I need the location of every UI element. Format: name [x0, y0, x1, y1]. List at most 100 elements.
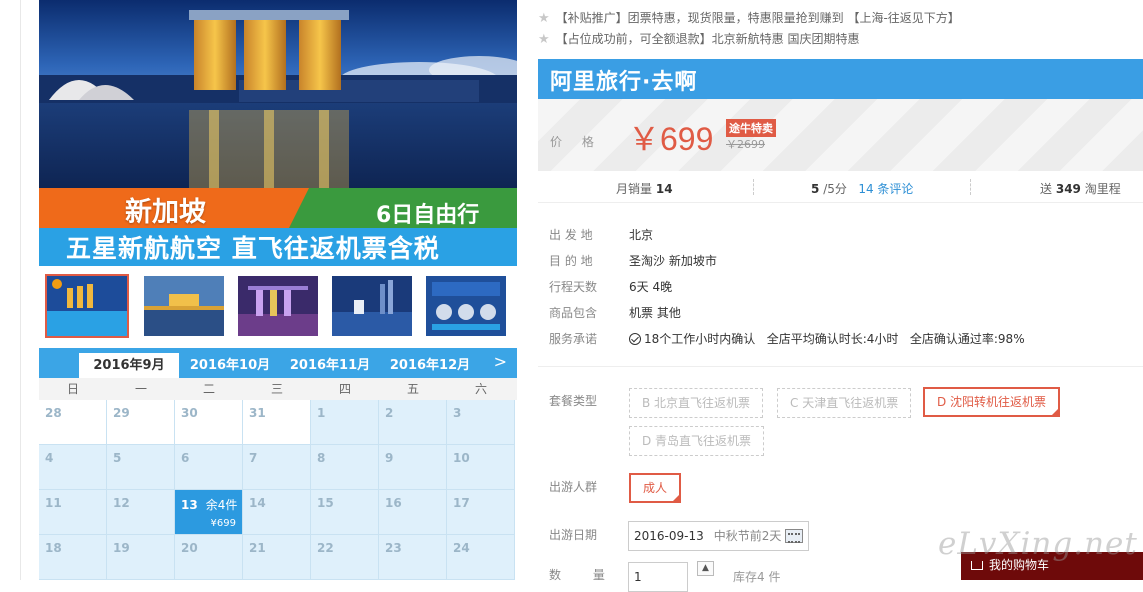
calendar-day[interactable]: 24: [447, 535, 515, 580]
calendar-day[interactable]: 5: [107, 445, 175, 490]
calendar-day[interactable]: 9: [379, 445, 447, 490]
chevron-right-icon[interactable]: >: [494, 352, 507, 371]
calendar-day[interactable]: 6: [175, 445, 243, 490]
calendar-day[interactable]: 29: [107, 400, 175, 445]
calendar-day-number: 8: [317, 451, 326, 465]
reviews-link[interactable]: 14 条评论: [858, 182, 913, 196]
thumbnail-1[interactable]: [45, 274, 129, 338]
weekday-sat: 六: [474, 382, 487, 396]
calendar-day-number: 2: [385, 406, 394, 420]
rating: 5 /5分 14 条评论: [811, 180, 913, 197]
calendar-day-number: 1: [317, 406, 326, 420]
calendar-day-number: 13: [181, 498, 198, 512]
service-avg-time: 全店平均确认时长:4小时: [766, 332, 899, 346]
calendar-day[interactable]: 19: [107, 535, 175, 580]
package-option-d-shenyang[interactable]: D 沈阳转机往返机票: [923, 387, 1061, 417]
travel-date-note: 中秋节前2天: [713, 529, 782, 543]
travel-date-field[interactable]: 2016-09-13 中秋节前2天: [628, 521, 809, 551]
calendar-day[interactable]: 15: [311, 490, 379, 535]
rating-value: 5: [811, 182, 820, 196]
departure-value: 北京: [629, 228, 654, 242]
calendar-day-number: 28: [45, 406, 62, 420]
promo-line-1: ★ 【补贴推广】团票特惠，现货限量，特惠限量抢到赚到 【上海-往返见下方】: [538, 8, 1138, 28]
calendar-day[interactable]: 4: [39, 445, 107, 490]
stock-text: 库存4 件: [733, 570, 781, 584]
weekday-wed: 三: [270, 382, 283, 396]
calendar-day-stock: 余4件: [205, 498, 238, 512]
calendar-day-number: 9: [385, 451, 394, 465]
weekday-thu: 四: [338, 382, 351, 396]
thumbnail-2[interactable]: [144, 276, 224, 336]
quantity-up-button[interactable]: ▲: [697, 561, 714, 576]
quantity-field[interactable]: 1: [628, 562, 688, 592]
calendar-day[interactable]: 17: [447, 490, 515, 535]
calendar-day-number: 20: [181, 541, 198, 555]
calendar-day[interactable]: 22: [311, 535, 379, 580]
calendar-day-number: 7: [249, 451, 258, 465]
original-price: ￥2699: [726, 138, 765, 151]
info-destination: 目 的 地 圣淘沙 新加坡市: [549, 252, 717, 270]
thumbnail-5[interactable]: [426, 276, 506, 336]
price-label: 价 格: [550, 135, 602, 149]
package-option-d-qingdao[interactable]: D 青岛直飞往返机票: [629, 426, 765, 456]
tab-month-sep[interactable]: 2016年9月: [79, 353, 179, 378]
package-label: 套餐类型: [549, 394, 598, 408]
points-suffix: 淘里程: [1084, 182, 1121, 196]
info-includes: 商品包含 机票 其他: [549, 304, 681, 322]
stats-divider: [970, 179, 971, 195]
calendar-day[interactable]: 18: [39, 535, 107, 580]
calendar-day-selected[interactable]: 13 余4件 ¥699: [175, 490, 243, 535]
date-label: 出游日期: [549, 528, 598, 542]
calendar-day[interactable]: 21: [243, 535, 311, 580]
calendar-day-number: 29: [113, 406, 130, 420]
thumbnail-3[interactable]: [238, 276, 318, 336]
weekday-sun: 日: [66, 382, 79, 396]
calendar-day[interactable]: 7: [243, 445, 311, 490]
traveler-adult-option[interactable]: 成人: [629, 473, 681, 503]
promo-text-2: 【占位成功前，可全额退款】北京新航特惠 国庆团期特惠: [555, 32, 860, 46]
departure-label: 出 发 地: [549, 228, 593, 242]
package-option-b[interactable]: B 北京直飞往返机票: [629, 388, 764, 418]
stats-bar: 月销量 14 5 /5分 14 条评论 送 349 淘里程: [538, 171, 1143, 203]
brand-bar: 阿里旅行·去啊: [538, 59, 1143, 99]
tab-month-nov[interactable]: 2016年11月: [280, 353, 380, 378]
monthly-sales-label: 月销量: [616, 182, 653, 196]
calendar-day-number: 14: [249, 496, 266, 510]
calendar-day[interactable]: 16: [379, 490, 447, 535]
package-option-c[interactable]: C 天津直飞往返机票: [777, 388, 912, 418]
info-duration: 行程天数 6天 4晚: [549, 278, 672, 296]
calendar-day[interactable]: 20: [175, 535, 243, 580]
calendar-day-number: 19: [113, 541, 130, 555]
hero-image: 新加坡 6日自由行 五星新航航空 直飞往返机票含税: [39, 0, 517, 266]
calendar-day[interactable]: 30: [175, 400, 243, 445]
site-watermark: eLvXing.net: [938, 526, 1138, 562]
calendar-icon[interactable]: [785, 529, 803, 543]
calendar-day[interactable]: 8: [311, 445, 379, 490]
tab-month-dec[interactable]: 2016年12月: [380, 353, 480, 378]
calendar-day[interactable]: 31: [243, 400, 311, 445]
duration-label: 行程天数: [549, 280, 598, 294]
calendar-day[interactable]: 1: [311, 400, 379, 445]
thumbnail-4[interactable]: [332, 276, 412, 336]
calendar-day[interactable]: 11: [39, 490, 107, 535]
calendar-day-number: 15: [317, 496, 334, 510]
calendar-day[interactable]: 3: [447, 400, 515, 445]
service-label: 服务承诺: [549, 332, 598, 346]
calendar-day-price: ¥699: [210, 518, 236, 529]
star-icon: ★: [538, 32, 550, 47]
calendar-day[interactable]: 14: [243, 490, 311, 535]
calendar-day[interactable]: 23: [379, 535, 447, 580]
travelers-label: 出游人群: [549, 480, 598, 494]
calendar-day[interactable]: 12: [107, 490, 175, 535]
calendar-day-number: 10: [453, 451, 470, 465]
calendar-day[interactable]: 28: [39, 400, 107, 445]
calendar-day-number: 5: [113, 451, 122, 465]
calendar-day[interactable]: 2: [379, 400, 447, 445]
thumbnail-strip: [45, 274, 517, 340]
tab-month-oct[interactable]: 2016年10月: [180, 353, 280, 378]
calendar-day[interactable]: 10: [447, 445, 515, 490]
destination-label: 目 的 地: [549, 254, 593, 268]
points-prefix: 送: [1040, 182, 1053, 196]
price-badge: 途牛特卖: [726, 119, 776, 137]
calendar-day-number: 17: [453, 496, 470, 510]
